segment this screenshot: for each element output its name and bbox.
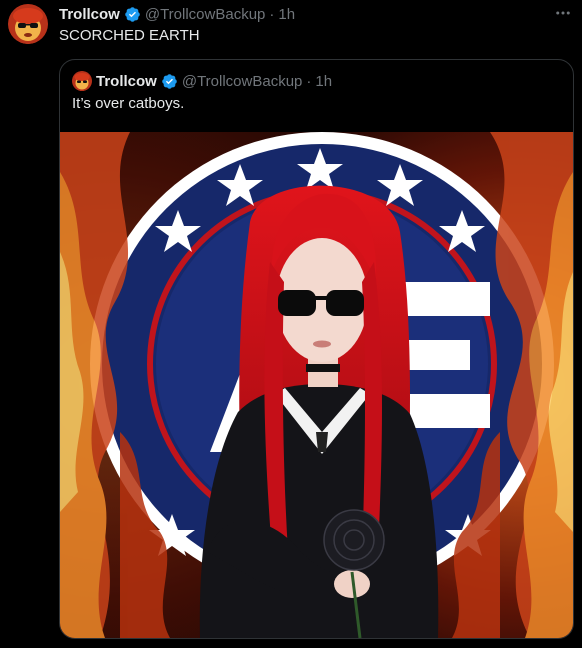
quoted-header-separator: · <box>306 72 312 90</box>
author-name[interactable]: Trollcow <box>59 6 120 23</box>
avatar-image <box>72 71 92 91</box>
verified-badge-icon[interactable] <box>161 73 178 90</box>
more-options-button[interactable] <box>552 4 574 22</box>
avatar-image <box>8 4 48 44</box>
quoted-tweet-header: Trollcow @TrollcowBackup · 1h <box>72 71 332 91</box>
quoted-tweet-text: It’s over catboys. <box>72 95 185 112</box>
quoted-tweet-timestamp[interactable]: 1h <box>315 73 332 90</box>
author-avatar[interactable] <box>8 4 48 44</box>
tweet[interactable]: Trollcow @TrollcowBackup · 1h SCORCHED E… <box>0 0 582 648</box>
quoted-author-handle[interactable]: @TrollcowBackup <box>182 73 303 90</box>
tweet-text: SCORCHED EARTH <box>59 27 200 44</box>
tweet-header: Trollcow @TrollcowBackup · 1h <box>59 4 295 24</box>
quoted-tweet-card[interactable]: Trollcow @TrollcowBackup · 1h It’s over … <box>59 59 574 639</box>
more-horizontal-icon <box>556 11 570 15</box>
verified-badge-icon[interactable] <box>124 6 141 23</box>
author-handle[interactable]: @TrollcowBackup <box>145 6 266 23</box>
media-illustration <box>60 132 573 638</box>
quoted-author-name[interactable]: Trollcow <box>96 73 157 90</box>
quoted-tweet-image[interactable] <box>60 132 573 638</box>
header-separator: · <box>269 5 275 23</box>
quoted-author-avatar[interactable] <box>72 71 92 91</box>
tweet-timestamp[interactable]: 1h <box>278 6 295 23</box>
